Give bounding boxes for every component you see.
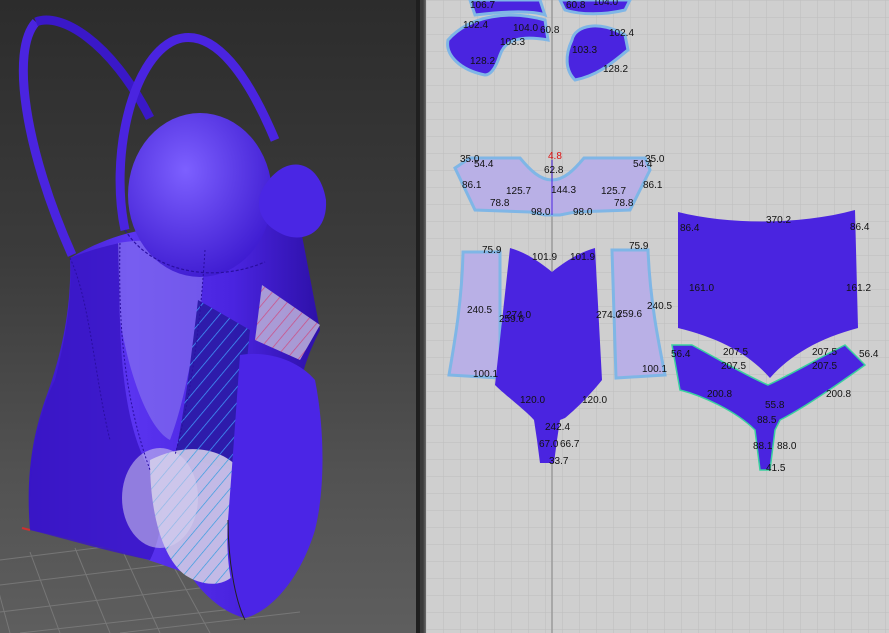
left-cup — [128, 113, 272, 277]
left-strap — [18, 18, 77, 257]
label-back-10: 207.5 — [721, 361, 746, 372]
label-back-7: 207.5 — [812, 347, 837, 358]
label-back-9: 56.4 — [859, 349, 879, 360]
pattern-canvas[interactable]: 106.7 102.4 104.0 60.8 103.3 128.2 60.8 … — [426, 0, 889, 633]
label-side-l2: 240.5 — [467, 305, 492, 316]
label-top-a1: 106.7 — [470, 0, 495, 11]
3d-viewport[interactable] — [0, 0, 416, 633]
label-band-11: 78.8 — [614, 198, 634, 209]
label-band-5: 78.8 — [490, 198, 510, 209]
label-band-12: 125.7 — [601, 186, 626, 197]
label-back-8: 56.4 — [671, 349, 691, 360]
label-back-18: 41.5 — [766, 463, 786, 474]
label-top-a2: 102.4 — [463, 20, 488, 31]
label-back-4: 161.0 — [689, 283, 714, 294]
label-band-3: 86.1 — [462, 180, 482, 191]
label-top-a5: 103.3 — [500, 37, 525, 48]
label-side-r5: 100.1 — [642, 364, 667, 375]
label-front-3: 120.0 — [520, 395, 545, 406]
label-front-8: 33.7 — [549, 456, 569, 467]
label-side-l1: 75.9 — [482, 245, 502, 256]
label-back-12: 200.8 — [707, 389, 732, 400]
label-top-b1: 60.8 — [566, 0, 586, 11]
label-band-6: 98.0 — [531, 207, 551, 218]
label-front-7: 66.7 — [560, 439, 580, 450]
label-side-r1: 75.9 — [629, 241, 649, 252]
label-top-b5: 128.2 — [603, 64, 628, 75]
label-back-1: 370.2 — [766, 215, 791, 226]
label-top-b3: 102.4 — [609, 28, 634, 39]
label-band-8: 144.3 — [551, 185, 576, 196]
label-back-13: 200.8 — [826, 389, 851, 400]
label-back-6: 207.5 — [723, 347, 748, 358]
label-front-2: 101.9 — [570, 252, 595, 263]
label-back-16: 88.1 — [753, 441, 773, 452]
front-panel — [227, 353, 323, 618]
label-front-6: 67.0 — [539, 439, 559, 450]
label-back-11: 207.5 — [812, 361, 837, 372]
3d-scene[interactable] — [0, 0, 416, 633]
label-band-10: 98.0 — [573, 207, 593, 218]
label-side-l3: 100.1 — [473, 369, 498, 380]
label-top-a3: 104.0 — [513, 23, 538, 34]
label-band-2: 54.4 — [474, 159, 494, 170]
label-band-13: 86.1 — [643, 180, 663, 191]
label-back-14: 55.8 — [765, 400, 785, 411]
label-front-5: 242.4 — [545, 422, 570, 433]
label-band-15: 35.0 — [645, 154, 665, 165]
label-front-4: 120.0 — [582, 395, 607, 406]
viewport-divider[interactable] — [416, 0, 426, 633]
label-back-3: 86.4 — [850, 222, 870, 233]
label-top-b2: 104.0 — [593, 0, 618, 8]
label-back-5: 161.2 — [846, 283, 871, 294]
label-side-r4: 274.0 — [596, 310, 621, 321]
label-side-r3: 240.5 — [647, 301, 672, 312]
label-band-9: 4.8 — [548, 151, 562, 162]
label-band-7: 62.8 — [544, 165, 564, 176]
label-back-17: 88.0 — [777, 441, 797, 452]
label-back-2: 86.4 — [680, 223, 700, 234]
label-top-b4: 103.3 — [572, 45, 597, 56]
label-top-a6: 128.2 — [470, 56, 495, 67]
label-front-1: 101.9 — [532, 252, 557, 263]
2d-pattern-window[interactable]: 106.7 102.4 104.0 60.8 103.3 128.2 60.8 … — [426, 0, 889, 633]
label-side-l5: 259.6 — [499, 314, 524, 325]
label-band-4: 125.7 — [506, 186, 531, 197]
label-back-15: 88.5 — [757, 415, 777, 426]
label-top-a4: 60.8 — [540, 25, 560, 36]
